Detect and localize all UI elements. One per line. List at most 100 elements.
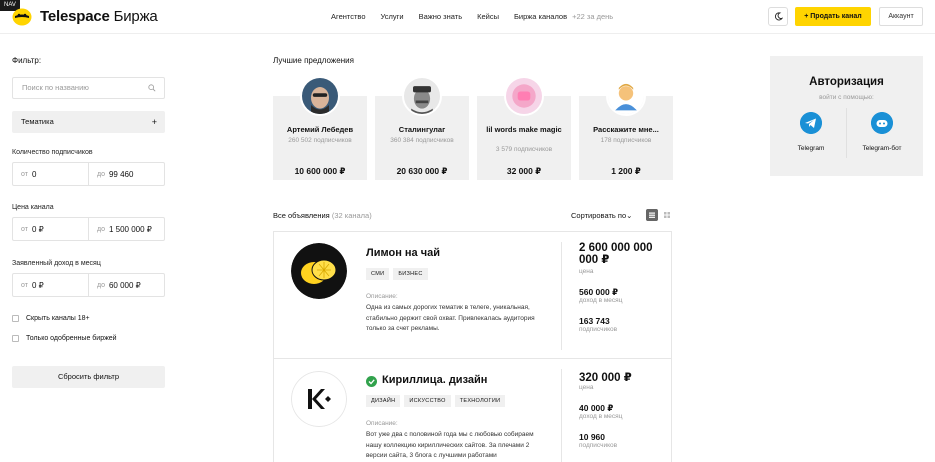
sort-dropdown[interactable]: Сортировать по⌄ bbox=[571, 211, 632, 220]
logo-text[interactable]: Telespace Биржа bbox=[40, 8, 158, 25]
prefix-from: от bbox=[21, 281, 28, 289]
auth-panel: Авторизация войти с помощью: Telegram Te… bbox=[770, 56, 923, 176]
price-label: цена bbox=[579, 268, 594, 275]
list-view-icon[interactable] bbox=[646, 209, 658, 221]
telegram-bot-icon[interactable] bbox=[871, 112, 893, 134]
logo-icon[interactable] bbox=[12, 8, 32, 26]
channel-description: Одна из самых дорогих тематик в телеге, … bbox=[366, 304, 535, 332]
channel-name[interactable]: Кириллица. дизайн bbox=[382, 374, 487, 386]
income-label: Заявленный доход в месяц bbox=[12, 260, 101, 267]
offer-card[interactable]: Сталингулаг 360 384 подписчиков 20 630 0… bbox=[375, 76, 469, 180]
price-from-value: 0 ₽ bbox=[31, 224, 44, 234]
offer-card[interactable]: Расскажите мне... 178 подписчиков 1 200 … bbox=[579, 76, 673, 180]
income-from-field[interactable]: от 0 ₽ bbox=[13, 274, 88, 296]
income-from-value: 0 ₽ bbox=[31, 280, 44, 290]
price-from-field[interactable]: от 0 ₽ bbox=[13, 218, 88, 240]
divider bbox=[561, 242, 562, 350]
channel-card[interactable]: Кириллица. дизайн ДИЗАЙН ИСКУССТВО ТЕХНО… bbox=[273, 358, 672, 462]
tag[interactable]: ДИЗАЙН bbox=[366, 395, 401, 407]
offer-card[interactable]: lil words make magic 3 579 подписчиков 3… bbox=[477, 76, 571, 180]
moon-icon bbox=[774, 12, 783, 21]
nav-services[interactable]: Услуги bbox=[381, 12, 404, 21]
tag[interactable]: ИСКУССТВО bbox=[404, 395, 451, 407]
subs-label: подписчиков bbox=[579, 326, 618, 333]
channel-card[interactable]: Лимон на чай СМИ БИЗНЕС Описание: Одна и… bbox=[273, 231, 672, 359]
topic-label: Тематика bbox=[21, 117, 54, 126]
divider bbox=[846, 108, 847, 158]
income-label: доход в месяц bbox=[579, 297, 623, 304]
subs-value: 163 743 bbox=[579, 316, 610, 326]
tag[interactable]: ТЕХНОЛОГИИ bbox=[454, 395, 506, 407]
nav-count: +22 за день bbox=[572, 12, 614, 21]
desc-label: Описание: bbox=[366, 420, 398, 427]
tag-list: СМИ БИЗНЕС bbox=[366, 268, 428, 280]
lemon-logo-icon bbox=[291, 243, 347, 299]
list-title-text: Все объявления bbox=[273, 211, 330, 220]
account-button[interactable]: Аккаунт bbox=[879, 7, 923, 26]
subs-range: от 0 до 99 460 bbox=[12, 162, 165, 186]
tag[interactable]: СМИ bbox=[366, 268, 390, 280]
nav-cases[interactable]: Кейсы bbox=[477, 12, 499, 21]
income-to-field[interactable]: до 60 000 ₽ bbox=[88, 274, 164, 296]
subs-to-value: 99 460 bbox=[108, 169, 134, 179]
theme-toggle-button[interactable] bbox=[768, 7, 788, 26]
price-range: от 0 ₽ до 1 500 000 ₽ bbox=[12, 217, 165, 241]
offer-name: Сталингулаг bbox=[398, 125, 446, 134]
prefix-from: от bbox=[21, 225, 28, 233]
topic-select[interactable]: Тематика + bbox=[12, 111, 165, 133]
kirillitsa-logo-icon bbox=[291, 371, 347, 427]
list-count: (32 канала) bbox=[331, 211, 372, 220]
main-nav: Агентство Услуги Важно знать Кейсы Биржа… bbox=[331, 12, 613, 21]
offer-subs: 3 579 подписчиков bbox=[495, 146, 553, 153]
avatar bbox=[504, 76, 544, 116]
offer-subs: 178 подписчиков bbox=[600, 137, 652, 144]
offer-name: Расскажите мне... bbox=[593, 125, 659, 134]
tag-list: ДИЗАЙН ИСКУССТВО ТЕХНОЛОГИИ bbox=[366, 395, 506, 407]
approved-checkbox[interactable]: Только одобренные биржей bbox=[12, 335, 117, 342]
telegram-icon[interactable] bbox=[800, 112, 822, 134]
subs-label: подписчиков bbox=[579, 442, 618, 449]
price-label: Цена канала bbox=[12, 204, 54, 211]
list-title: Все объявления (32 канала) bbox=[273, 211, 372, 220]
reset-filter-button[interactable]: Сбросить фильтр bbox=[12, 366, 165, 388]
income-range: от 0 ₽ до 60 000 ₽ bbox=[12, 273, 165, 297]
telegram-label[interactable]: Telegram bbox=[781, 145, 841, 152]
nav-important[interactable]: Важно знать bbox=[419, 12, 463, 21]
avatar bbox=[300, 76, 340, 116]
auth-subtitle: войти с помощью: bbox=[819, 94, 874, 101]
offer-card[interactable]: Артемий Лебедев 260 502 подписчиков 10 6… bbox=[273, 76, 367, 180]
tag[interactable]: БИЗНЕС bbox=[393, 268, 428, 280]
price-value: 2 600 000 000 000 ₽ bbox=[579, 242, 653, 266]
prefix-from: от bbox=[21, 170, 28, 178]
price-to-field[interactable]: до 1 500 000 ₽ bbox=[88, 218, 164, 240]
nav-agency[interactable]: Агентство bbox=[331, 12, 366, 21]
offer-name: Артемий Лебедев bbox=[286, 125, 354, 134]
chevron-down-icon: ⌄ bbox=[626, 211, 633, 220]
search-placeholder: Поиск по названию bbox=[22, 83, 89, 92]
subs-to-field[interactable]: до 99 460 bbox=[88, 163, 164, 185]
income-to-value: 60 000 ₽ bbox=[108, 280, 141, 290]
checkbox-box bbox=[12, 315, 19, 322]
telegram-bot-label[interactable]: Telegram-бот bbox=[852, 145, 912, 152]
plus-icon: + bbox=[151, 117, 157, 127]
prefix-to: до bbox=[97, 281, 105, 289]
nav-exchange[interactable]: Биржа каналов bbox=[514, 12, 567, 21]
channel-description: Вот уже два с половиной года мы с любовь… bbox=[366, 431, 534, 459]
header: NAV Telespace Биржа Агентство Услуги Важ… bbox=[0, 0, 935, 34]
offer-subs: 260 502 подписчиков bbox=[288, 137, 352, 144]
channel-name[interactable]: Лимон на чай bbox=[366, 247, 440, 259]
grid-view-icon[interactable] bbox=[661, 209, 673, 221]
prefix-to: до bbox=[97, 225, 105, 233]
offer-price: 1 200 ₽ bbox=[611, 166, 641, 176]
subs-from-field[interactable]: от 0 bbox=[13, 163, 88, 185]
desc-label: Описание: bbox=[366, 293, 398, 300]
sell-channel-button[interactable]: + Продать канал bbox=[795, 7, 871, 26]
hide18-checkbox[interactable]: Скрыть каналы 18+ bbox=[12, 315, 90, 322]
subs-value: 10 960 bbox=[579, 432, 605, 442]
avatar bbox=[402, 76, 442, 116]
search-input[interactable]: Поиск по названию bbox=[12, 77, 165, 99]
hide18-label: Скрыть каналы 18+ bbox=[26, 315, 90, 322]
subs-from-value: 0 bbox=[31, 169, 37, 179]
price-to-value: 1 500 000 ₽ bbox=[108, 224, 152, 234]
search-icon bbox=[148, 84, 156, 92]
